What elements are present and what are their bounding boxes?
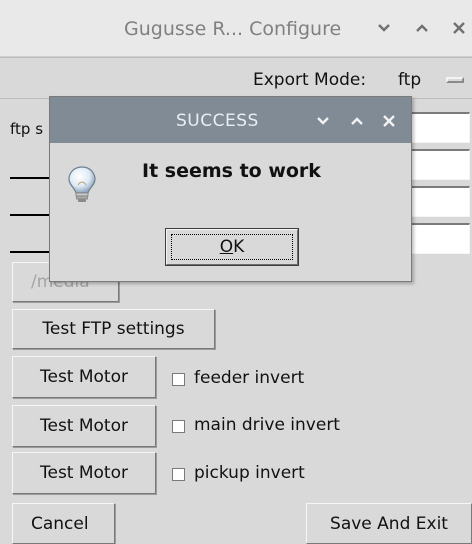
maximize-button[interactable] [410,14,434,42]
test-motor-pickup-button[interactable]: Test Motor [12,452,156,494]
option-menu-indicator-icon [446,77,464,83]
feeder-invert-checkbox[interactable] [172,373,185,386]
cancel-button[interactable]: Cancel [12,503,115,544]
ok-button[interactable]: OK [166,229,298,265]
ftp-path-entry[interactable] [406,223,470,254]
export-mode-menu[interactable]: ftp [390,64,472,94]
test-ftp-label: Test FTP settings [42,319,185,339]
dialog-close-button[interactable] [378,110,400,132]
main-drive-invert-checkbox[interactable] [172,420,185,433]
dialog-maximize-button[interactable] [346,110,368,132]
configure-window: Gugusse R... Configure Export Mode: ftp … [0,0,472,544]
ftp-user-entry[interactable] [406,149,470,180]
cancel-label: Cancel [31,513,89,534]
main-drive-invert-label: main drive invert [194,415,340,435]
export-mode-row: Export Mode: ftp [0,57,472,99]
ftp-setting-label: ftp s [10,120,44,138]
test-motor-label: Test Motor [39,416,128,436]
chevron-up-icon [351,117,363,125]
save-and-exit-button[interactable]: Save And Exit [306,503,472,544]
focus-ring [171,234,293,260]
chevron-down-icon [378,24,390,32]
test-motor-label: Test Motor [39,367,128,387]
dialog-message: It seems to work [142,160,321,182]
close-icon [453,22,465,34]
close-icon [383,115,395,127]
close-button[interactable] [447,14,471,42]
pickup-invert-label: pickup invert [194,463,305,483]
success-dialog: SUCCESS It seems to work OK [49,96,412,282]
chevron-up-icon [416,24,428,32]
window-title: Gugusse R... Configure [124,18,342,40]
save-and-exit-label: Save And Exit [330,513,448,534]
pickup-invert-checkbox[interactable] [172,468,185,481]
chevron-down-icon [317,117,329,125]
feeder-invert-label: feeder invert [194,368,305,388]
test-motor-feeder-button[interactable]: Test Motor [12,356,156,398]
export-mode-value: ftp [398,70,422,90]
test-motor-main-drive-button[interactable]: Test Motor [12,405,156,447]
ftp-password-entry[interactable] [406,186,470,217]
test-ftp-button[interactable]: Test FTP settings [12,309,215,349]
test-motor-label: Test Motor [39,463,128,483]
ftp-server-entry[interactable] [406,112,470,143]
lightbulb-icon [68,166,96,202]
dialog-minimize-button[interactable] [312,110,334,132]
dialog-title: SUCCESS [176,111,259,131]
minimize-button[interactable] [372,14,396,42]
dialog-titlebar[interactable]: SUCCESS [50,97,411,143]
export-mode-label: Export Mode: [253,70,367,90]
window-titlebar[interactable]: Gugusse R... Configure [0,0,472,57]
